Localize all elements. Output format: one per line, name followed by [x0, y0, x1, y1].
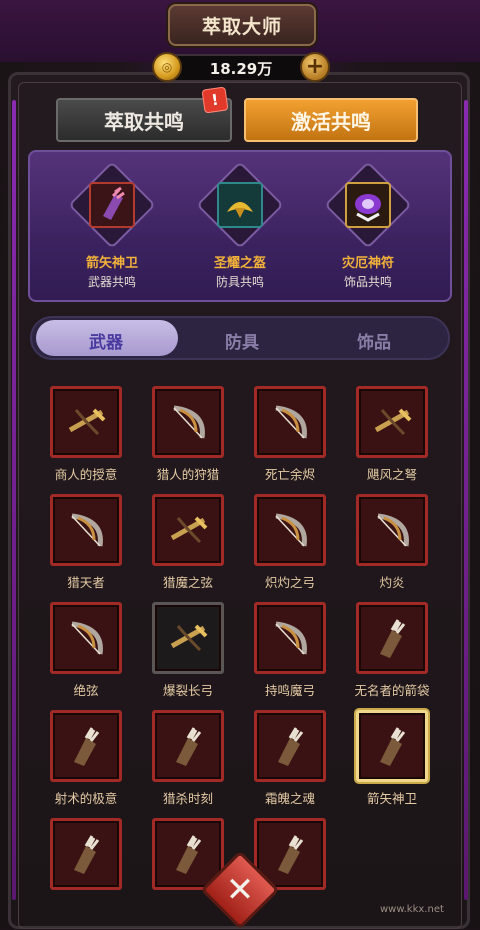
quiver-icon [50, 710, 122, 782]
item-name: 射术的极意 [54, 791, 118, 806]
resonance-type: 防具共鸣 [215, 275, 264, 289]
item-slot[interactable]: 射术的极意 [44, 710, 128, 807]
add-currency-button[interactable]: + [300, 52, 330, 82]
bow-icon [254, 494, 326, 566]
item-slot[interactable]: 猎魔之弦 [146, 494, 230, 591]
quiver-icon [152, 710, 224, 782]
quiver-icon [356, 602, 428, 674]
resonance-armor[interactable]: 圣耀之盔 防具共鸣 [192, 161, 288, 290]
item-slot[interactable]: 猎人的狩猎 [146, 386, 230, 483]
tab-armor[interactable]: 防具 [172, 328, 312, 353]
bow-icon [152, 386, 224, 458]
item-slot[interactable]: 炽灼之弓 [248, 494, 332, 591]
quiver-icon [89, 182, 135, 228]
item-name: 爆裂长弓 [162, 683, 213, 698]
quiver-icon [50, 818, 122, 890]
item-name: 炽灼之弓 [264, 575, 315, 590]
tab-weapon[interactable]: 武器 [36, 328, 176, 353]
item-slot[interactable]: 持鸣魔弓 [248, 602, 332, 699]
close-icon[interactable]: ✕ [212, 862, 268, 918]
item-name: 猎人的狩猎 [156, 467, 220, 482]
resonance-type: 武器共鸣 [87, 275, 136, 289]
item-slot[interactable]: 爆裂长弓 [146, 602, 230, 699]
item-slot[interactable]: 灼炎 [350, 494, 434, 591]
bow-icon [254, 386, 326, 458]
page-title-plate: 萃取大师 [168, 4, 316, 46]
resonance-name: 箭矢神卫 [85, 256, 138, 271]
bow-icon [50, 602, 122, 674]
item-name: 死亡余烬 [264, 467, 315, 482]
tab-accessory[interactable]: 饰品 [304, 328, 444, 353]
item-slot[interactable]: 猎天者 [44, 494, 128, 591]
resonance-accessory[interactable]: 灾厄神符 饰品共鸣 [320, 161, 416, 290]
item-name: 猎杀时刻 [162, 791, 213, 806]
item-slot[interactable]: 商人的授意 [44, 386, 128, 483]
alert-badge: ! [201, 86, 229, 114]
coin-icon: ◎ [152, 52, 182, 82]
bow-icon [254, 602, 326, 674]
item-slot[interactable]: 飓风之弩 [350, 386, 434, 483]
tab-activate-resonance[interactable]: 激活共鸣 [244, 98, 418, 142]
tab-label: 激活共鸣 [291, 109, 371, 134]
item-name: 商人的授意 [54, 467, 118, 482]
item-name: 箭矢神卫 [366, 791, 417, 806]
item-slot[interactable]: 猎杀时刻 [146, 710, 230, 807]
crossbow-icon [152, 494, 224, 566]
resonance-weapon[interactable]: 箭矢神卫 武器共鸣 [64, 161, 160, 290]
amulet-icon [345, 182, 391, 228]
page-title: 萃取大师 [201, 15, 282, 38]
item-name: 猎天者 [67, 575, 105, 590]
crossbow-icon [356, 386, 428, 458]
item-name: 灼炎 [379, 575, 405, 590]
resonance-type: 饰品共鸣 [343, 275, 392, 289]
item-name: 霜魄之魂 [264, 791, 315, 806]
watermark: www.kkx.net [380, 904, 444, 915]
item-slot[interactable]: 霜魄之魂 [248, 710, 332, 807]
quiver-icon [356, 710, 428, 782]
bow-icon [356, 494, 428, 566]
resonance-name: 圣耀之盔 [213, 256, 266, 271]
item-name: 飓风之弩 [366, 467, 417, 482]
helmet-icon [217, 182, 263, 228]
item-slot[interactable]: 绝弦 [44, 602, 128, 699]
resonance-name: 灾厄神符 [341, 256, 394, 271]
item-slot[interactable]: 死亡余烬 [248, 386, 332, 483]
item-slot[interactable] [44, 818, 128, 896]
currency-value: 18.29万 [209, 60, 273, 78]
crossbow-icon [152, 602, 224, 674]
bow-icon [50, 494, 122, 566]
item-name: 绝弦 [73, 683, 99, 698]
quiver-icon [254, 710, 326, 782]
plus-icon: + [305, 54, 325, 79]
item-name: 猎魔之弦 [162, 575, 213, 590]
item-name: 持鸣魔弓 [264, 683, 315, 698]
item-slot[interactable]: 无名者的箭袋 [350, 602, 434, 699]
item-name: 无名者的箭袋 [354, 683, 430, 698]
crossbow-icon [50, 386, 122, 458]
item-slot[interactable]: 箭矢神卫 [350, 710, 434, 807]
tab-label: 萃取共鸣 [104, 109, 184, 134]
